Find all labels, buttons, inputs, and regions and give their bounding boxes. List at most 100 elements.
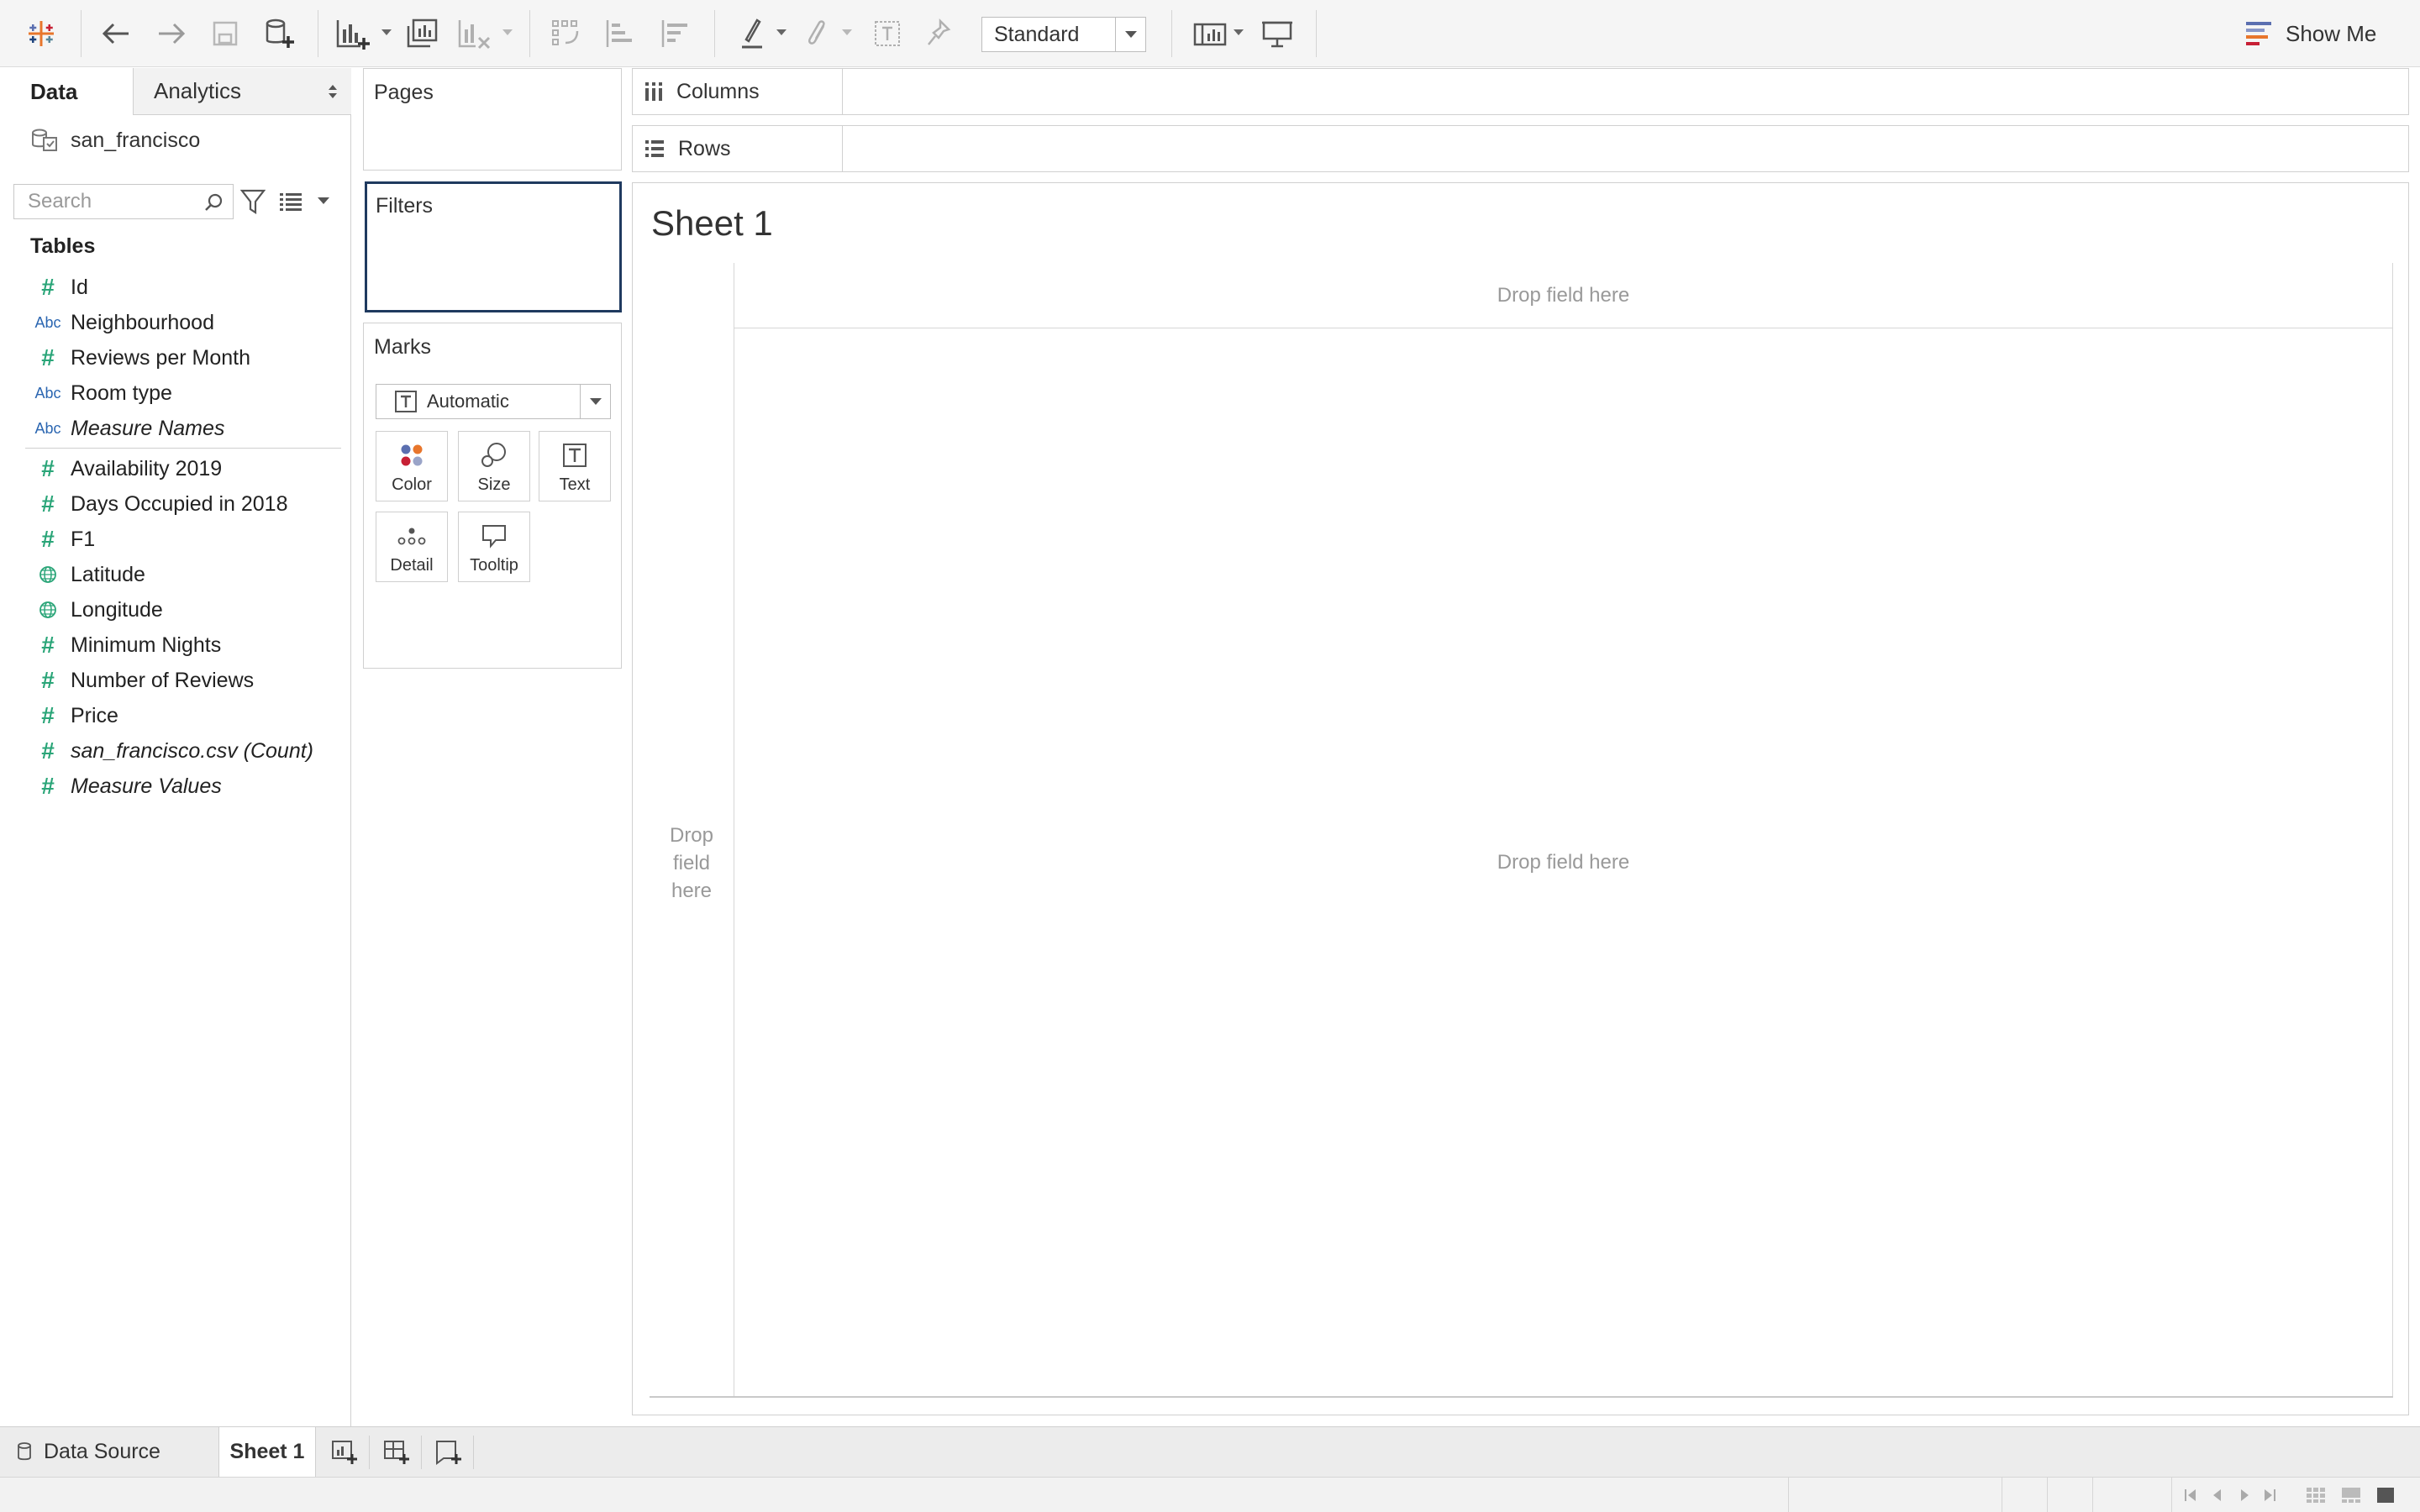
rows-drop-zone[interactable]: Drop field here [650,328,734,1397]
field-item[interactable]: Longitude [25,592,341,627]
redo-icon[interactable] [153,13,190,54]
tooltip-button[interactable]: Tooltip [458,512,530,582]
clear-sheet-icon[interactable] [455,13,492,54]
pages-card[interactable]: Pages [363,68,622,171]
field-item[interactable]: Abc Neighbourhood [25,305,341,340]
columns-drop-zone[interactable]: Drop field here [734,263,2393,328]
detail-button[interactable]: Detail [376,512,448,582]
sheet-tab-sheet-1[interactable]: Sheet 1 [218,1427,316,1477]
rows-label: Rows [678,136,731,160]
field-item[interactable]: # Measure Values [25,769,341,804]
tab-analytics[interactable]: Analytics [133,68,351,115]
duplicate-sheet-icon[interactable] [403,13,440,54]
field-item[interactable]: Latitude [25,557,341,592]
presentation-mode-icon[interactable] [1259,13,1296,54]
mark-type-dropdown[interactable]: Automatic [376,384,611,419]
next-sheet-icon[interactable] [2237,1488,2252,1503]
field-item[interactable]: # F1 [25,522,341,557]
field-item[interactable]: # Minimum Nights [25,627,341,663]
save-icon[interactable] [208,13,242,54]
columns-shelf[interactable]: Columns [632,68,2409,115]
data-source-tab[interactable]: Data Source [0,1427,217,1476]
swap-rows-columns-icon[interactable] [548,13,585,54]
globe-icon [25,565,71,584]
number-field-icon: # [41,274,55,300]
field-name: Price [71,703,118,727]
toolbar: Standard Show Me [0,0,2420,67]
marks-card-title: Marks [374,335,432,359]
show-mark-labels-icon[interactable] [871,13,904,54]
show-tabs-icon[interactable] [2376,1487,2395,1504]
string-field-icon: Abc [34,419,61,437]
chevron-down-icon[interactable] [318,197,329,204]
last-sheet-icon[interactable] [2262,1488,2277,1503]
filters-card[interactable]: Filters [365,181,622,312]
previous-sheet-icon[interactable] [2210,1488,2225,1503]
highlight-icon[interactable] [736,13,770,54]
number-field-icon: # [41,667,55,693]
list-view-icon[interactable] [279,189,302,214]
field-item[interactable]: Abc Room type [25,375,341,411]
field-item[interactable]: Abc Measure Names [25,411,341,446]
filter-icon[interactable] [240,187,266,216]
fit-dropdown[interactable]: Standard [981,17,1146,52]
new-story-tab-button[interactable] [424,1436,474,1469]
search-input[interactable] [28,190,196,213]
chevron-down-icon[interactable] [1115,18,1145,51]
search-field[interactable] [13,184,234,219]
new-dashboard-icon [383,1441,409,1464]
columns-shelf-label: Columns [633,69,843,114]
fix-axes-icon[interactable] [923,13,956,54]
show-cards-icon[interactable] [1190,13,1230,54]
sort-descending-icon[interactable] [657,13,694,54]
chevron-down-icon[interactable] [580,385,610,418]
rows-drop-text: Drop [669,823,714,847]
new-data-source-icon[interactable] [260,13,297,54]
field-item[interactable]: # Availability 2019 [25,451,341,486]
color-button[interactable]: Color [376,431,448,501]
pane-tabs: Data Analytics [0,68,351,115]
tableau-logo-icon[interactable] [24,13,59,54]
new-dashboard-tab-button[interactable] [371,1436,422,1469]
show-me-button[interactable]: Show Me [2245,15,2376,52]
mark-type-value: Automatic [427,391,509,412]
columns-label: Columns [676,79,760,103]
text-button[interactable]: Text [539,431,611,501]
first-sheet-icon[interactable] [2183,1488,2198,1503]
field-item[interactable]: # Days Occupied in 2018 [25,486,341,522]
field-item[interactable]: # san_francisco.csv (Count) [25,733,341,769]
number-field-icon: # [41,526,55,552]
datasource-item[interactable]: san_francisco [30,123,200,157]
filters-card-title: Filters [376,194,434,218]
number-field-icon: # [41,632,55,658]
field-name: Number of Reviews [71,668,255,692]
search-icon [205,193,223,211]
field-item[interactable]: # Id [25,270,341,305]
group-members-icon[interactable] [802,13,835,54]
cells-drop-zone[interactable]: Drop field here [734,328,2393,1397]
number-field-icon: # [41,491,55,517]
undo-icon[interactable] [97,13,134,54]
worksheet-view: Sheet 1 Drop field here Drop field here … [632,182,2409,1415]
field-item[interactable]: # Reviews per Month [25,340,341,375]
field-name: Days Occupied in 2018 [71,491,288,516]
datasource-name: san_francisco [71,128,201,152]
tab-data[interactable]: Data [0,68,133,115]
measures-list: # Availability 2019 # Days Occupied in 2018… [25,451,341,804]
new-worksheet-tab-button[interactable] [319,1436,370,1469]
rows-shelf[interactable]: Rows [632,125,2409,172]
size-button[interactable]: Size [458,431,530,501]
sort-ascending-icon[interactable] [602,13,639,54]
status-bar [0,1477,2420,1512]
show-sheet-sorter-icon[interactable] [2306,1487,2326,1504]
number-field-icon: # [41,702,55,728]
field-item[interactable]: # Price [25,698,341,733]
number-field-icon: # [41,344,55,370]
field-item[interactable]: # Number of Reviews [25,663,341,698]
new-worksheet-icon[interactable] [333,13,373,54]
field-name: san_francisco.csv (Count) [71,738,314,763]
sheet-title[interactable]: Sheet 1 [651,203,773,244]
show-filmstrip-icon[interactable] [2341,1487,2361,1504]
tooltip-icon [482,525,506,549]
show-me-icon [2246,22,2271,45]
